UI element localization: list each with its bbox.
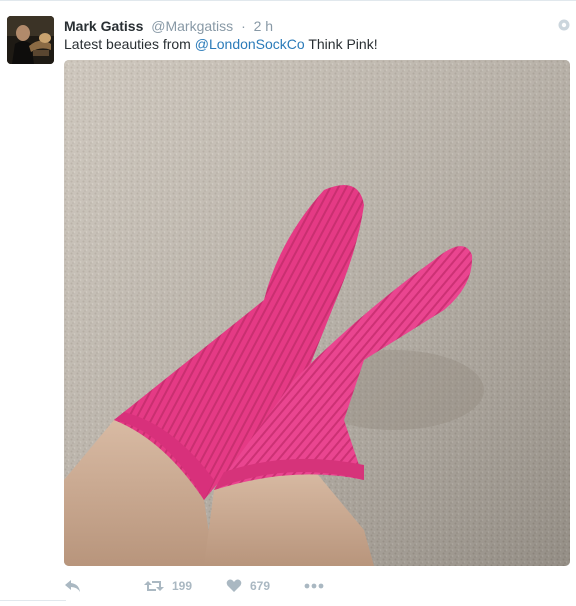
- author-handle[interactable]: @Markgatiss: [151, 18, 233, 34]
- tweet-actions: 199 679: [64, 573, 570, 599]
- tweet-photo[interactable]: [64, 60, 570, 566]
- tweet-text-before: Latest beauties from: [64, 36, 195, 52]
- retweet-count: 199: [172, 579, 193, 593]
- more-options-button[interactable]: [304, 573, 324, 599]
- bottom-divider: [0, 600, 66, 601]
- tweet-card[interactable]: Mark Gatiss @Markgatiss · 2 h Latest bea…: [0, 4, 576, 606]
- retweet-icon: [144, 581, 164, 591]
- reply-button[interactable]: [64, 573, 82, 599]
- dropdown-caret-icon[interactable]: [556, 17, 572, 33]
- tweet-text-after: Think Pink!: [304, 36, 378, 52]
- timestamp[interactable]: 2 h: [254, 18, 273, 34]
- tweet-header: Mark Gatiss @Markgatiss · 2 h: [64, 16, 559, 36]
- tweet-text: Latest beauties from @LondonSockCo Think…: [64, 34, 559, 54]
- separator-dot: ·: [241, 18, 246, 34]
- avatar[interactable]: [7, 16, 54, 64]
- more-dots-icon: [304, 583, 324, 589]
- author-name[interactable]: Mark Gatiss: [64, 18, 143, 34]
- like-button[interactable]: 679: [226, 573, 270, 599]
- retweet-button[interactable]: 199: [144, 573, 192, 599]
- like-count: 679: [250, 579, 271, 593]
- heart-icon: [226, 579, 242, 592]
- mention-link[interactable]: @LondonSockCo: [195, 36, 305, 52]
- reply-icon: [65, 580, 80, 592]
